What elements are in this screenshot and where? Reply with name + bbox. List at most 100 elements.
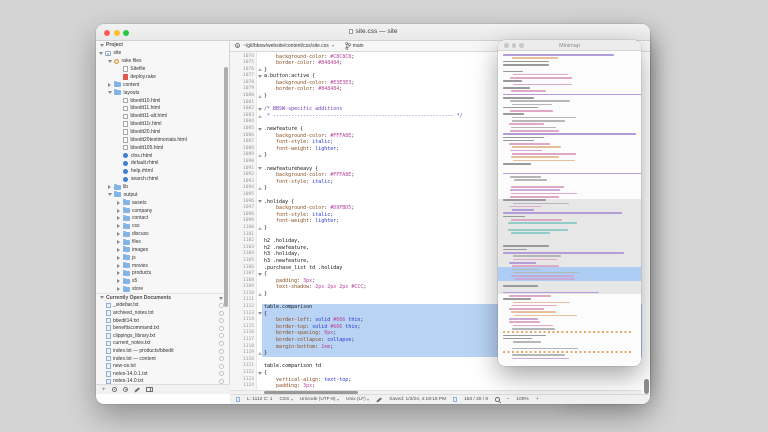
code-line[interactable]: 1078 background-color: #E3E3E3; bbox=[230, 80, 642, 87]
tree-item[interactable]: deploy.rake bbox=[96, 73, 229, 81]
disclosure-chevron-icon[interactable] bbox=[117, 264, 120, 268]
disclosure-chevron-icon[interactable] bbox=[108, 83, 111, 87]
tree-item[interactable]: bbedit20testimonials.html bbox=[96, 136, 229, 144]
disclosure-chevron-icon[interactable] bbox=[108, 185, 111, 189]
fold-marker-icon[interactable] bbox=[256, 75, 264, 78]
close-document-icon[interactable] bbox=[219, 333, 224, 338]
disclosure-chevron-icon[interactable] bbox=[108, 193, 112, 196]
tree-item[interactable]: company bbox=[96, 207, 229, 215]
code-line[interactable]: 1108 padding: 3px; bbox=[230, 278, 642, 285]
code-line[interactable]: 1092 background-color: #FFFA8E; bbox=[230, 172, 642, 179]
open-document-item[interactable]: new-os.txt bbox=[96, 362, 229, 370]
code-line[interactable]: 1094} bbox=[230, 185, 642, 192]
sort-chevron-icon[interactable] bbox=[219, 297, 223, 300]
open-document-item[interactable]: bbedit14.txt bbox=[96, 317, 229, 325]
fold-marker-icon[interactable] bbox=[256, 372, 264, 375]
open-document-item[interactable]: current_notes.txt bbox=[96, 340, 229, 348]
open-documents-header[interactable]: Currently Open Documents bbox=[96, 293, 229, 302]
disclosure-chevron-icon[interactable] bbox=[108, 60, 112, 63]
code-line[interactable]: 1103h2 .newfeature, bbox=[230, 245, 642, 252]
tree-item[interactable]: images bbox=[96, 246, 229, 254]
disclosure-chevron-icon[interactable] bbox=[117, 201, 120, 205]
code-line[interactable]: 1100} bbox=[230, 225, 642, 232]
tree-item[interactable]: movies bbox=[96, 262, 229, 270]
disclosure-chevron-icon[interactable] bbox=[117, 279, 120, 283]
disclosure-chevron-icon[interactable] bbox=[117, 271, 120, 275]
add-item-button[interactable]: + bbox=[102, 387, 106, 393]
tree-item[interactable]: contact bbox=[96, 215, 229, 223]
sidebar-scrollbar-thumb[interactable] bbox=[224, 67, 228, 307]
disclosure-chevron-icon[interactable] bbox=[117, 216, 120, 220]
code-line[interactable]: 1102h2 .holiday, bbox=[230, 238, 642, 245]
code-line[interactable]: 1081 bbox=[230, 100, 642, 107]
fold-marker-icon[interactable] bbox=[256, 273, 264, 276]
code-line[interactable]: 1104h3 .holiday, bbox=[230, 251, 642, 258]
tree-item[interactable]: store bbox=[96, 285, 229, 293]
close-document-icon[interactable] bbox=[219, 326, 224, 331]
code-line[interactable]: 1105h3 .newfeature, bbox=[230, 258, 642, 265]
fold-marker-icon[interactable] bbox=[256, 312, 264, 315]
code-line[interactable]: 1077a.button:active { bbox=[230, 73, 642, 80]
disclosure-chevron-icon[interactable] bbox=[117, 232, 120, 236]
disclosure-chevron-icon[interactable] bbox=[99, 52, 103, 55]
git-branch-indicator[interactable]: main bbox=[345, 42, 364, 50]
window-titlebar[interactable]: site.css — site bbox=[96, 24, 650, 41]
tree-item[interactable]: bbedit11.html bbox=[96, 105, 229, 113]
tree-item[interactable]: bbedit105.html bbox=[96, 144, 229, 152]
code-line[interactable]: 1115 border-top: solid #666 thin; bbox=[230, 324, 642, 331]
disclosure-chevron-icon[interactable] bbox=[117, 287, 120, 291]
fold-marker-icon[interactable] bbox=[256, 68, 264, 71]
tree-item[interactable]: lib bbox=[96, 183, 229, 191]
tree-item[interactable]: bbedit10.html bbox=[96, 97, 229, 105]
code-line[interactable]: 1097 background-color: #D9FBD5; bbox=[230, 205, 642, 212]
code-line[interactable]: 1123 vertical-align: text-top; bbox=[230, 377, 642, 384]
tree-item[interactable]: site bbox=[96, 50, 229, 58]
open-document-item[interactable]: notes-14.0.1.txt bbox=[96, 370, 229, 378]
split-view-button[interactable] bbox=[146, 387, 153, 393]
fold-marker-icon[interactable] bbox=[256, 352, 264, 355]
code-line[interactable]: 1074 background-color: #C8C8C8; bbox=[230, 54, 642, 61]
code-line[interactable]: 1118 margin-bottom: 1em; bbox=[230, 344, 642, 351]
tree-item[interactable]: output bbox=[96, 191, 229, 199]
language-popup[interactable]: CSS bbox=[279, 397, 292, 402]
code-line[interactable]: 1082/* BBSW-specific additions bbox=[230, 106, 642, 113]
code-line[interactable]: 1095 bbox=[230, 192, 642, 199]
fold-marker-icon[interactable] bbox=[256, 200, 264, 203]
code-line[interactable]: 1088 font-weight: lighter; bbox=[230, 146, 642, 153]
fold-marker-icon[interactable] bbox=[256, 187, 264, 190]
actions-gear-button[interactable] bbox=[112, 387, 118, 393]
zoom-in-button[interactable]: + bbox=[536, 397, 539, 402]
code-line[interactable]: 1101 bbox=[230, 232, 642, 239]
disclosure-chevron-icon[interactable] bbox=[117, 209, 120, 213]
tree-item[interactable]: Sitefile bbox=[96, 65, 229, 73]
tree-item[interactable]: css bbox=[96, 222, 229, 230]
code-line[interactable]: 1093 font-style: italic; bbox=[230, 179, 642, 186]
fold-marker-icon[interactable] bbox=[256, 115, 264, 118]
open-document-item[interactable]: benefitscommand.txt bbox=[96, 324, 229, 332]
open-document-item[interactable]: clippings_library.txt bbox=[96, 332, 229, 340]
code-line[interactable]: 1119} bbox=[230, 350, 642, 357]
open-document-item[interactable]: archived_notes.txt bbox=[96, 309, 229, 317]
tree-item[interactable]: bbedit20.html bbox=[96, 128, 229, 136]
fold-marker-icon[interactable] bbox=[256, 227, 264, 230]
code-line[interactable]: 1087 font-style: italic; bbox=[230, 139, 642, 146]
code-line[interactable]: 1091.newfeatureheavy { bbox=[230, 166, 642, 173]
close-document-icon[interactable] bbox=[219, 341, 224, 346]
code-line[interactable]: 1120 bbox=[230, 357, 642, 364]
open-document-item[interactable]: _sidebar.txt bbox=[96, 302, 229, 310]
document-proxy-icon[interactable] bbox=[349, 29, 354, 35]
disclosure-chevron-icon[interactable] bbox=[108, 91, 112, 94]
text-options-icon[interactable] bbox=[236, 397, 240, 402]
tree-item[interactable]: rake files bbox=[96, 57, 229, 65]
code-line[interactable]: 1113{ bbox=[230, 311, 642, 318]
tree-item[interactable]: layouts bbox=[96, 89, 229, 97]
code-line[interactable]: 1110} bbox=[230, 291, 642, 298]
code-line[interactable]: 1111 bbox=[230, 297, 642, 304]
close-document-icon[interactable] bbox=[219, 364, 224, 369]
editable-pencil-icon[interactable] bbox=[376, 397, 382, 402]
close-document-icon[interactable] bbox=[219, 349, 224, 354]
zoom-out-button[interactable]: − bbox=[507, 397, 510, 402]
tree-item[interactable]: files bbox=[96, 238, 229, 246]
code-line[interactable]: 1107{ bbox=[230, 271, 642, 278]
edit-pencil-button[interactable] bbox=[134, 387, 140, 392]
